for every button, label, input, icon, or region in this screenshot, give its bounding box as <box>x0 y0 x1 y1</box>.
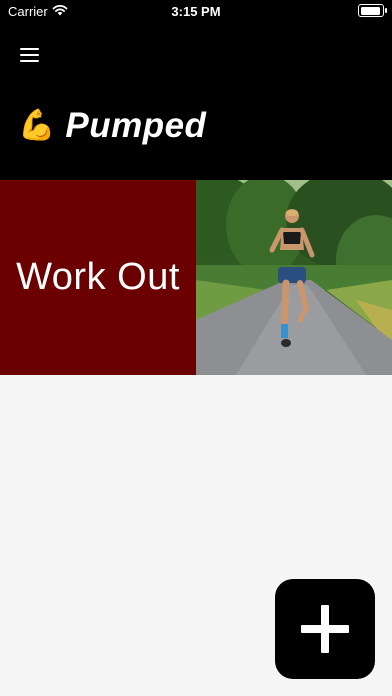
workout-card-title: Work Out <box>16 256 180 298</box>
status-time: 3:15 PM <box>171 4 221 19</box>
app-header: Carrier 3:15 PM 💪 Pumped <box>0 0 392 180</box>
app-title-text: Pumped <box>65 106 207 145</box>
status-bar: Carrier 3:15 PM <box>0 0 392 24</box>
woman-running-on-road-photo <box>196 180 392 375</box>
workout-card-label: Work Out <box>0 180 196 375</box>
add-workout-button[interactable] <box>275 579 375 679</box>
app-title: 💪 Pumped <box>18 106 206 146</box>
hamburger-menu-icon[interactable] <box>14 40 46 70</box>
battery-icon <box>358 4 387 17</box>
flexed-biceps-icon: 💪 <box>18 109 56 142</box>
workout-card[interactable]: Work Out <box>0 180 392 375</box>
